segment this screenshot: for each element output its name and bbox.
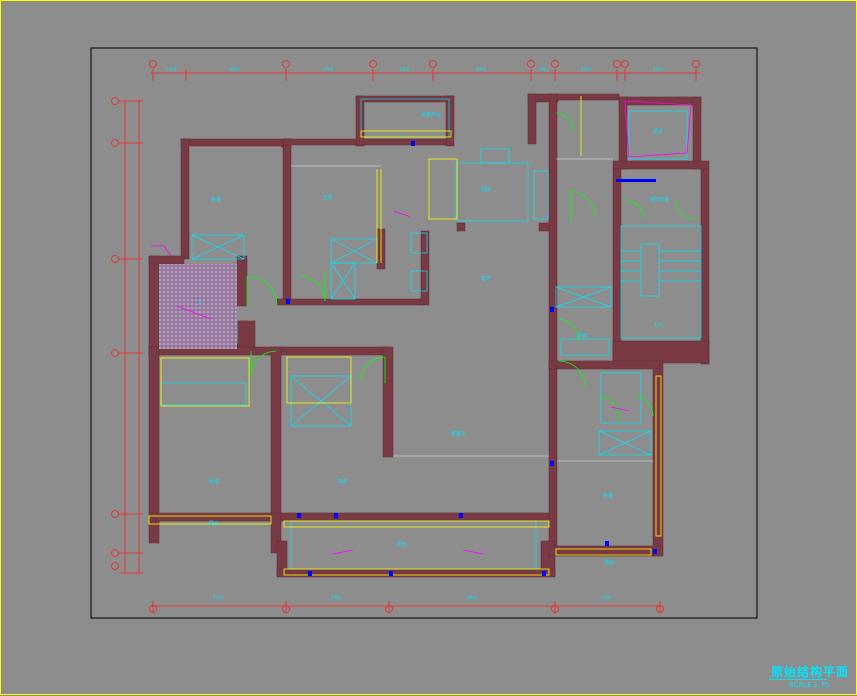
structure-magenta	[151, 100, 692, 555]
cad-viewport[interactable]: 1400 3600 3700 1400 4300 480 2200 2200 5700 4…	[0, 0, 857, 695]
room-label-balcony-r: 阳台	[605, 559, 615, 566]
room-label-bed-r: 卧室	[603, 492, 613, 499]
svg-text:1400: 1400	[166, 67, 177, 72]
room-label-bed-bl: 卧室	[209, 478, 219, 485]
room-label-corridor: 走廊	[577, 332, 587, 339]
room-label-balcony-top: 设备平台	[421, 111, 441, 118]
room-label-hall: 客餐厅	[451, 430, 466, 437]
room-label-veranda: 阳台	[397, 541, 407, 548]
svg-text:3600: 3600	[229, 67, 240, 72]
room-label-fire-room: 消防前室	[649, 196, 669, 203]
floor-plan-drawing: 1400 3600 3700 1400 4300 480 2200 2200 5700 4…	[90, 47, 758, 619]
svg-text:4500: 4500	[601, 595, 612, 600]
svg-text:6800: 6800	[466, 595, 477, 600]
svg-text:4300: 4300	[476, 67, 487, 72]
room-label-wc: 卫	[197, 300, 202, 306]
svg-text:5700: 5700	[213, 595, 224, 600]
room-label-study: 书房	[337, 478, 347, 485]
room-label-bedroom-tl: 卧室	[211, 196, 221, 203]
title-block: 原始结构平面 SCALE 1:75	[761, 661, 856, 693]
room-label-shaft: 风井	[653, 128, 663, 135]
svg-text:3700: 3700	[323, 67, 334, 72]
svg-text:480: 480	[539, 67, 547, 72]
svg-text:1400: 1400	[399, 67, 410, 72]
drawing-title: 原始结构平面	[771, 665, 850, 679]
room-label-living: 客厅	[481, 275, 491, 282]
svg-text:2200: 2200	[653, 67, 664, 72]
column-markers	[286, 141, 657, 576]
svg-text:2200: 2200	[581, 67, 592, 72]
svg-text:4450: 4450	[331, 595, 342, 600]
room-labels: 设备平台 厨房 风井 消防前室 LT1 卧室 主卧 客厅 卫 走廊 客餐厅 卧室…	[197, 111, 669, 566]
room-label-kitchen: 厨房	[481, 186, 491, 193]
room-label-master-bed: 主卧	[323, 194, 333, 201]
drawing-scale: SCALE 1:75	[789, 681, 830, 689]
room-label-balcony-s: 阳台	[209, 520, 219, 527]
title-underline	[769, 679, 827, 680]
room-label-stair: LT1	[655, 323, 663, 329]
